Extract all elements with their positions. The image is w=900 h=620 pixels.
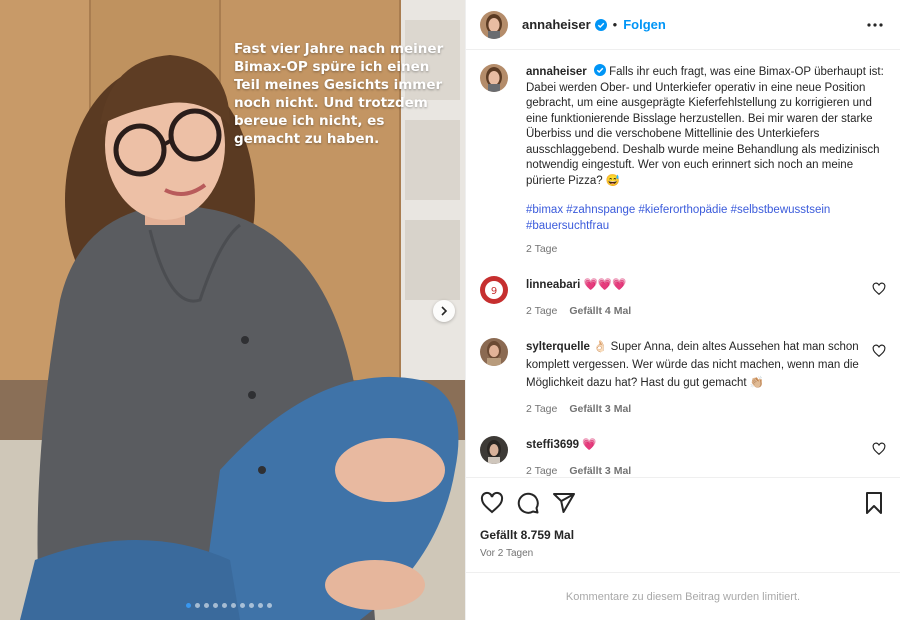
comment-time: 2 Tage (526, 464, 558, 477)
comments-limited-notice: Kommentare zu diesem Beitrag wurden limi… (466, 572, 900, 620)
carousel-dot (213, 603, 218, 608)
more-options-button[interactable] (864, 14, 886, 36)
carousel-dot (240, 603, 245, 608)
action-icons-bar (480, 490, 886, 516)
comment-username[interactable]: steffi3699 (526, 439, 579, 451)
header-separator: • (612, 17, 618, 32)
more-options-icon (867, 22, 883, 27)
carousel-dot (222, 603, 227, 608)
carousel-next-button[interactable] (433, 300, 455, 322)
comment-username[interactable]: sylterquelle (526, 341, 590, 353)
comment-likes[interactable]: Gefällt 3 Mal (569, 465, 631, 477)
comments-scroll-area[interactable]: annaheiser Falls ihr euch fragt, was ein… (466, 50, 900, 477)
caption-hashtags[interactable]: #bimax #zahnspange #kieferorthopädie #se… (526, 203, 886, 234)
author-avatar[interactable] (480, 10, 508, 39)
verified-badge-icon (594, 18, 607, 31)
carousel-dot (186, 603, 191, 608)
post-media[interactable]: Fast vier Jahre nach meiner Bimax-OP spü… (0, 0, 465, 620)
like-comment-heart-icon[interactable] (872, 442, 886, 456)
carousel-next-icon (441, 306, 448, 316)
comment-avatar[interactable]: 9 (480, 275, 508, 304)
carousel-dot (258, 603, 263, 608)
comment-item: steffi3699 💗 2 Tage Gefällt 3 Mal (480, 435, 886, 478)
carousel-dot (249, 603, 254, 608)
comment-item: sylterquelle 👌🏻 Super Anna, dein altes A… (480, 337, 886, 418)
author-username[interactable]: annaheiser (522, 17, 591, 32)
comment-likes[interactable]: Gefällt 4 Mal (569, 305, 631, 317)
caption: annaheiser Falls ihr euch fragt, was ein… (480, 64, 886, 258)
svg-text:9: 9 (491, 286, 497, 297)
caption-text-block: annaheiser Falls ihr euch fragt, was ein… (526, 64, 886, 189)
comment-icon[interactable] (516, 491, 540, 515)
comment-time: 2 Tage (526, 304, 558, 317)
bookmark-icon[interactable] (862, 491, 886, 515)
heart-icon[interactable] (480, 491, 504, 515)
comment-item: 9 linneabari 💗💗💗 2 Tage Gefällt 4 Mal (480, 275, 886, 320)
carousel-dot (231, 603, 236, 608)
comment-text: 💗 (582, 438, 597, 451)
comment-time: 2 Tage (526, 402, 558, 415)
post-actions: Gefällt 8.759 Mal Vor 2 Tagen (466, 477, 900, 572)
caption-username[interactable]: annaheiser (526, 66, 587, 78)
share-icon[interactable] (552, 491, 576, 515)
carousel-dot (204, 603, 209, 608)
verified-badge-icon (593, 64, 606, 76)
caption-text: Falls ihr euch fragt, was eine Bimax-OP … (526, 66, 884, 187)
comment-text: 💗💗💗 (583, 278, 627, 291)
media-overlay-text: Fast vier Jahre nach meiner Bimax-OP spü… (234, 41, 444, 147)
post-side-panel: annaheiser • Folgen annaheiser Falls ihr… (465, 0, 900, 620)
post-header: annaheiser • Folgen (466, 0, 900, 50)
comment-avatar[interactable] (480, 435, 508, 464)
comment-username[interactable]: linneabari (526, 279, 580, 291)
carousel-indicators (186, 603, 272, 608)
follow-button[interactable]: Folgen (623, 17, 666, 32)
like-comment-heart-icon[interactable] (872, 344, 886, 358)
like-comment-heart-icon[interactable] (872, 282, 886, 296)
post-likes-count[interactable]: Gefällt 8.759 Mal (480, 528, 886, 542)
comment-likes[interactable]: Gefällt 3 Mal (569, 403, 631, 415)
carousel-dot (267, 603, 272, 608)
post-timestamp: Vor 2 Tagen (480, 548, 534, 559)
hashtags-text[interactable]: #bimax #zahnspange #kieferorthopädie #se… (526, 204, 830, 232)
caption-avatar[interactable] (480, 64, 508, 92)
comment-avatar[interactable] (480, 337, 508, 366)
caption-time: 2 Tage (526, 243, 558, 255)
instagram-post-modal: Fast vier Jahre nach meiner Bimax-OP spü… (0, 0, 900, 620)
carousel-dot (195, 603, 200, 608)
